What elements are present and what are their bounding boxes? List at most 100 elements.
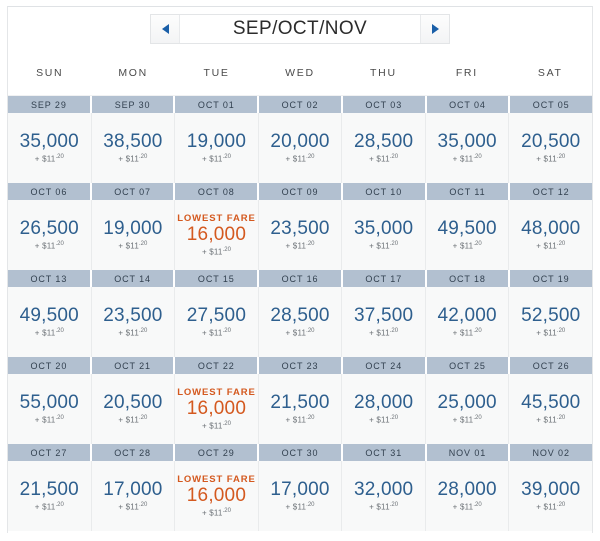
miles-amount: 35,000 <box>20 132 79 152</box>
fare-cell[interactable]: 28,500+ $11.20 <box>259 287 343 357</box>
date-label: OCT 04 <box>427 96 509 113</box>
fare-cell[interactable]: 19,000 + $11.20 <box>175 113 259 183</box>
fare-cell-lowest[interactable]: LOWEST FARE16,000+ $11.20 <box>175 200 259 270</box>
fare-cell[interactable]: 21,500+ $11.20 <box>259 374 343 444</box>
fee-amount: + $11.20 <box>286 154 315 164</box>
miles-amount: 39,000 <box>521 480 580 500</box>
fee-amount: + $11.20 <box>369 415 398 425</box>
fee-cents: .20 <box>390 502 398 508</box>
fee-amount: + $11.20 <box>202 247 231 257</box>
fee-amount: + $11.20 <box>118 241 147 251</box>
fare-cell[interactable]: 39,000 + $11.20 <box>509 461 592 531</box>
fare-row: 21,500+ $11.2017,000+ $11.20LOWEST FARE1… <box>8 461 592 531</box>
fare-cell[interactable]: 23,500+ $11.20 <box>259 200 343 270</box>
miles-amount: 42,000 <box>438 306 497 326</box>
fare-cell-lowest[interactable]: LOWEST FARE16,000+ $11.20 <box>175 374 259 444</box>
fee-cents: .20 <box>473 154 481 160</box>
fare-cell[interactable]: 19,000+ $11.20 <box>92 200 176 270</box>
fare-cell[interactable]: 48,000+ $11.20 <box>509 200 592 270</box>
weekday-label-sat: SAT <box>509 67 592 79</box>
fare-cell[interactable]: 55,000+ $11.20 <box>8 374 92 444</box>
date-label: OCT 02 <box>259 96 341 113</box>
miles-amount: 28,000 <box>354 393 413 413</box>
fare-cell[interactable]: 35,000+ $11.20 <box>8 113 92 183</box>
fare-cell[interactable]: 21,500+ $11.20 <box>8 461 92 531</box>
date-label: OCT 17 <box>343 270 425 287</box>
date-label: NOV 02 <box>510 444 592 461</box>
fee-amount: + $11.20 <box>118 502 147 512</box>
fare-cell[interactable]: 38,500+ $11.20 <box>92 113 176 183</box>
fare-cell[interactable]: 25,000+ $11.20 <box>426 374 510 444</box>
fare-cell[interactable]: 49,500+ $11.20 <box>426 200 510 270</box>
miles-amount: 52,500 <box>521 306 580 326</box>
lowest-fare-badge: LOWEST FARE <box>177 387 256 398</box>
date-label: OCT 03 <box>343 96 425 113</box>
fee-cents: .20 <box>223 247 231 253</box>
fare-cell[interactable]: 35,000+ $11.20 <box>342 200 426 270</box>
miles-amount: 27,500 <box>187 306 246 326</box>
fare-cell[interactable]: 20,000+ $11.20 <box>259 113 343 183</box>
fare-cell[interactable]: 20,500+ $11.20 <box>92 374 176 444</box>
weekday-label-wed: WED <box>258 67 341 79</box>
calendar-week: OCT 27OCT 28OCT 29OCT 30OCT 31NOV 01NOV … <box>8 444 592 531</box>
fare-cell[interactable]: 52,500+ $11.20 <box>509 287 592 357</box>
miles-amount: 17,000 <box>270 480 329 500</box>
fee-cents: .20 <box>473 502 481 508</box>
fare-cell[interactable]: 45,500+ $11.20 <box>509 374 592 444</box>
fare-cell[interactable]: 20,500+ $11.20 <box>509 113 592 183</box>
fee-cents: .20 <box>557 328 565 334</box>
fare-cell[interactable]: 23,500+ $11.20 <box>92 287 176 357</box>
miles-amount: 20,500 <box>521 132 580 152</box>
weekday-header-row: SUN MON TUE WED THU FRI SAT <box>8 51 592 96</box>
date-band-row: SEP 29SEP 30OCT 01OCT 02OCT 03OCT 04OCT … <box>8 96 592 113</box>
next-month-button[interactable] <box>420 15 449 43</box>
previous-month-button[interactable] <box>151 15 180 43</box>
fare-cell[interactable]: 17,000 + $11.20 <box>259 461 343 531</box>
fee-amount: + $11.20 <box>286 502 315 512</box>
month-nav-control: SEP/OCT/NOV <box>150 14 450 44</box>
fee-amount: + $11.20 <box>453 328 482 338</box>
date-label: OCT 28 <box>92 444 174 461</box>
fee-amount: + $11.20 <box>536 502 565 512</box>
fee-cents: .20 <box>473 415 481 421</box>
date-label: SEP 30 <box>92 96 174 113</box>
fee-dollars: + $11 <box>286 155 307 164</box>
fee-cents: .20 <box>139 328 147 334</box>
fee-cents: .20 <box>473 328 481 334</box>
fee-dollars: + $11 <box>202 155 223 164</box>
calendar-weeks: SEP 29SEP 30OCT 01OCT 02OCT 03OCT 04OCT … <box>8 96 592 531</box>
fare-cell[interactable]: 32,000+ $11.20 <box>342 461 426 531</box>
fee-amount: + $11.20 <box>202 328 231 338</box>
fare-cell[interactable]: 26,500+ $11.20 <box>8 200 92 270</box>
fare-cell[interactable]: 28,500+ $11.20 <box>342 113 426 183</box>
fee-amount: + $11.20 <box>202 154 231 164</box>
fee-dollars: + $11 <box>536 242 557 251</box>
miles-amount: 19,000 <box>187 132 246 152</box>
fee-dollars: + $11 <box>118 155 139 164</box>
fee-dollars: + $11 <box>118 416 139 425</box>
triangle-right-icon <box>432 24 439 34</box>
fee-cents: .20 <box>223 421 231 427</box>
miles-amount: 16,000 <box>187 399 246 419</box>
fee-dollars: + $11 <box>35 329 56 338</box>
fee-dollars: + $11 <box>118 329 139 338</box>
miles-amount: 25,000 <box>438 393 497 413</box>
fare-cell-lowest[interactable]: LOWEST FARE16,000+ $11.20 <box>175 461 259 531</box>
fee-cents: .20 <box>55 241 63 247</box>
fee-amount: + $11.20 <box>118 328 147 338</box>
date-label: OCT 05 <box>510 96 592 113</box>
fee-cents: .20 <box>223 328 231 334</box>
fare-cell[interactable]: 37,500+ $11.20 <box>342 287 426 357</box>
miles-amount: 26,500 <box>20 219 79 239</box>
miles-amount: 35,000 <box>354 219 413 239</box>
fee-amount: + $11.20 <box>286 328 315 338</box>
fare-cell[interactable]: 17,000+ $11.20 <box>92 461 176 531</box>
fare-cell[interactable]: 28,000 + $11.20 <box>342 374 426 444</box>
fare-cell[interactable]: 49,500+ $11.20 <box>8 287 92 357</box>
fare-cell[interactable]: 42,000 + $11.20 <box>426 287 510 357</box>
fee-amount: + $11.20 <box>35 502 64 512</box>
fare-cell[interactable]: 28,000+ $11.20 <box>426 461 510 531</box>
fee-dollars: + $11 <box>536 503 557 512</box>
fare-cell[interactable]: 35,000+ $11.20 <box>426 113 510 183</box>
fare-cell[interactable]: 27,500 + $11.20 <box>175 287 259 357</box>
